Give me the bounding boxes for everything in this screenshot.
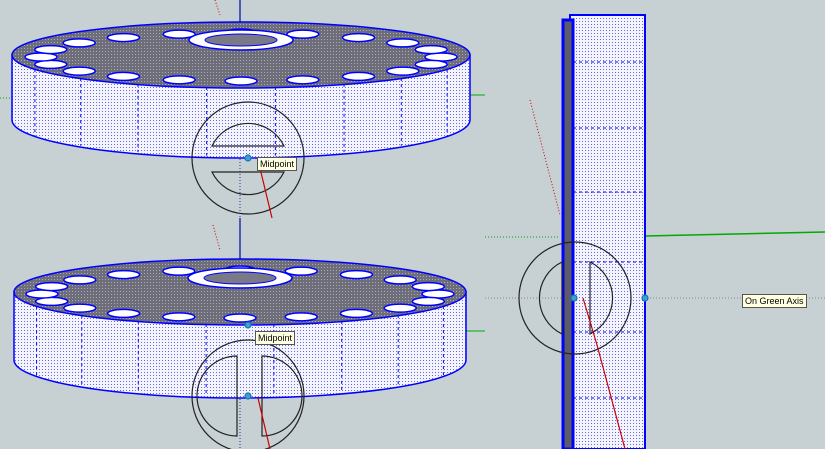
bolt-hole xyxy=(383,275,417,285)
bolt-hole xyxy=(414,59,448,70)
bolt-hole xyxy=(286,75,320,85)
bolt-hole xyxy=(339,308,374,319)
axes-right xyxy=(485,99,825,299)
bolt-hole xyxy=(223,313,257,323)
bolt-hole xyxy=(383,303,417,313)
bolt-hole xyxy=(34,44,68,55)
disc-model-bottom[interactable] xyxy=(13,258,467,399)
bolt-hole xyxy=(34,281,69,292)
bolt-hole xyxy=(386,38,420,48)
model-viewport[interactable] xyxy=(0,0,825,449)
bolt-hole xyxy=(284,312,318,322)
bolt-hole xyxy=(162,75,196,85)
bolt-hole xyxy=(106,71,141,82)
bolt-hole xyxy=(106,269,141,280)
inference-tooltip-midpoint-top: Midpoint xyxy=(257,157,298,171)
bolt-hole xyxy=(106,32,141,43)
bolt-hole xyxy=(414,44,448,55)
bolt-hole xyxy=(63,275,97,285)
disc-model-side-view[interactable] xyxy=(561,14,646,449)
disc-model-top[interactable] xyxy=(11,21,471,159)
bolt-hole xyxy=(411,281,446,292)
inference-tooltip-midpoint-bottom: Midpoint xyxy=(255,331,296,345)
bolt-hole xyxy=(62,66,96,76)
bolt-hole xyxy=(62,38,96,48)
bolt-hole xyxy=(386,66,420,76)
bolt-hole xyxy=(341,32,376,43)
bolt-hole xyxy=(341,71,376,82)
bolt-hole xyxy=(63,303,97,313)
bolt-hole xyxy=(224,76,258,86)
bolt-hole xyxy=(162,312,196,322)
bolt-hole xyxy=(411,296,446,307)
inference-tooltip-on-green-axis: On Green Axis xyxy=(742,294,807,308)
bolt-hole xyxy=(339,269,374,280)
bolt-hole xyxy=(162,266,196,276)
bolt-hole xyxy=(284,266,318,276)
bolt-hole xyxy=(106,308,141,319)
